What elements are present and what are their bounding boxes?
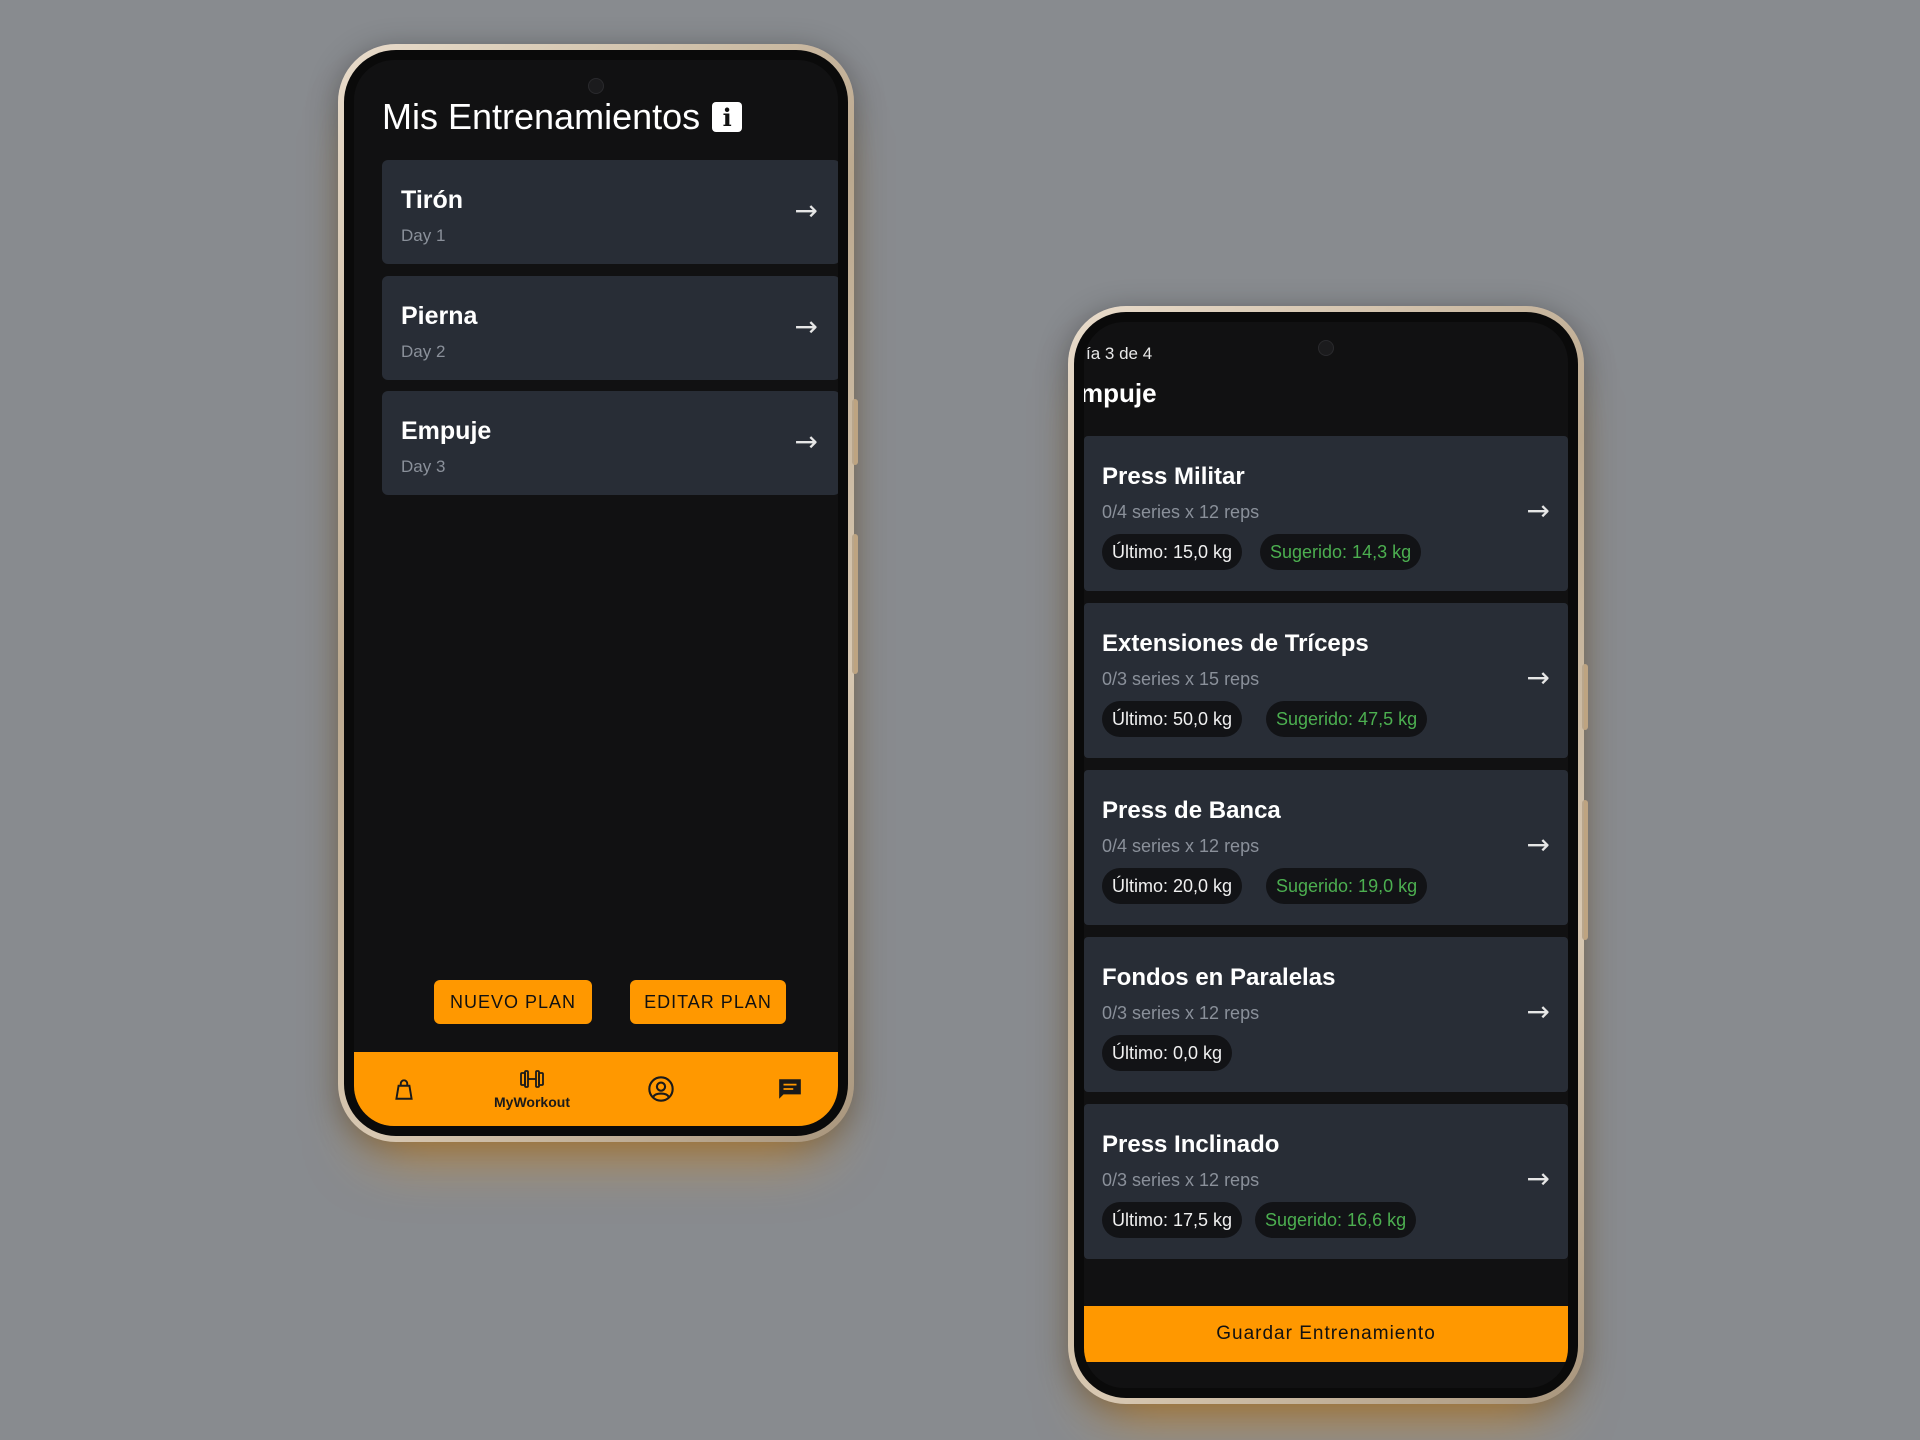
new-plan-button[interactable]: NUEVO PLAN bbox=[434, 980, 592, 1024]
volume-button bbox=[1582, 664, 1588, 730]
exercise-sets: 0/4 series x 12 reps bbox=[1102, 836, 1260, 856]
edit-plan-button[interactable]: EDITAR PLAN bbox=[630, 980, 786, 1024]
phone-session: ía 3 de 4 mpuje Press Militar 0/4 series… bbox=[1068, 306, 1588, 1404]
phone-workouts: Mis Entrenamientos i Tirón Day 1 → Piern… bbox=[338, 44, 858, 1142]
exercise-name: Press Inclinado bbox=[1102, 1131, 1280, 1158]
arrow-right-icon: → bbox=[1526, 661, 1550, 694]
workouts-screen: Mis Entrenamientos i Tirón Day 1 → Piern… bbox=[354, 60, 838, 1126]
last-weight-badge: Último: 0,0 kg bbox=[1102, 1035, 1233, 1071]
exercise-name: Fondos en Paralelas bbox=[1102, 964, 1336, 991]
arrow-right-icon: → bbox=[1526, 995, 1550, 1028]
arrow-right-icon: → bbox=[1526, 1162, 1550, 1195]
exercise-card[interactable]: Press de Banca 0/4 series x 12 reps Últi… bbox=[1084, 770, 1568, 925]
arrow-right-icon: → bbox=[794, 425, 818, 458]
last-weight-badge: Último: 17,5 kg bbox=[1102, 1202, 1243, 1238]
exercise-name: Press Militar bbox=[1102, 463, 1245, 490]
last-weight-badge: Último: 20,0 kg bbox=[1102, 868, 1243, 904]
front-camera bbox=[588, 78, 604, 94]
exercise-sets: 0/3 series x 12 reps bbox=[1102, 1003, 1260, 1023]
info-icon[interactable]: i bbox=[712, 102, 743, 132]
day-name: Pierna bbox=[401, 302, 478, 330]
suggested-weight-badge: Sugerido: 16,6 kg bbox=[1255, 1202, 1417, 1238]
exercise-card[interactable]: Extensiones de Tríceps 0/3 series x 15 r… bbox=[1084, 603, 1568, 758]
nav-item-profile[interactable] bbox=[606, 1052, 716, 1126]
exercise-card[interactable]: Press Inclinado 0/3 series x 12 reps Últ… bbox=[1084, 1104, 1568, 1259]
exercise-card[interactable]: Press Militar 0/4 series x 12 reps Últim… bbox=[1084, 436, 1568, 591]
workout-day-card[interactable]: Empuje Day 3 → bbox=[382, 391, 838, 495]
session-screen: ía 3 de 4 mpuje Press Militar 0/4 series… bbox=[1084, 322, 1568, 1388]
power-button bbox=[1582, 800, 1588, 940]
nav-item-shop[interactable] bbox=[354, 1052, 459, 1126]
page-title-row: Mis Entrenamientos i bbox=[382, 96, 743, 138]
exercise-sets: 0/4 series x 12 reps bbox=[1102, 502, 1260, 522]
day-name: Empuje bbox=[401, 417, 492, 445]
day-number: Day 2 bbox=[401, 342, 446, 361]
day-number: Day 3 bbox=[401, 457, 446, 476]
nav-item-chat[interactable] bbox=[735, 1052, 838, 1126]
last-weight-badge: Último: 50,0 kg bbox=[1102, 701, 1243, 737]
save-workout-button[interactable]: Guardar Entrenamiento bbox=[1084, 1306, 1568, 1362]
power-button bbox=[852, 534, 858, 674]
exercise-name: Press de Banca bbox=[1102, 797, 1281, 824]
chat-icon bbox=[779, 1079, 801, 1099]
exercise-card[interactable]: Fondos en Paralelas 0/3 series x 12 reps… bbox=[1084, 937, 1568, 1092]
volume-button bbox=[852, 399, 858, 465]
workout-day-card[interactable]: Tirón Day 1 → bbox=[382, 160, 838, 264]
bag-icon bbox=[395, 1079, 413, 1100]
exercise-name: Extensiones de Tríceps bbox=[1102, 630, 1369, 657]
day-progress: ía 3 de 4 bbox=[1086, 344, 1153, 363]
nav-label: MyWorkout bbox=[494, 1094, 570, 1110]
exercise-sets: 0/3 series x 15 reps bbox=[1102, 669, 1260, 689]
profile-icon bbox=[648, 1076, 674, 1102]
suggested-weight-badge: Sugerido: 14,3 kg bbox=[1260, 534, 1422, 570]
arrow-right-icon: → bbox=[1526, 828, 1550, 861]
day-number: Day 1 bbox=[401, 226, 446, 245]
suggested-weight-badge: Sugerido: 19,0 kg bbox=[1266, 868, 1428, 904]
front-camera bbox=[1318, 340, 1334, 356]
suggested-weight-badge: Sugerido: 47,5 kg bbox=[1266, 701, 1428, 737]
arrow-right-icon: → bbox=[1526, 494, 1550, 527]
page-title: Mis Entrenamientos bbox=[382, 96, 701, 137]
day-name: Tirón bbox=[401, 186, 464, 214]
dumbbell-icon bbox=[520, 1070, 544, 1088]
session-title: mpuje bbox=[1084, 378, 1157, 408]
arrow-right-icon: → bbox=[794, 310, 818, 343]
exercise-sets: 0/3 series x 12 reps bbox=[1102, 1170, 1260, 1190]
last-weight-badge: Último: 15,0 kg bbox=[1102, 534, 1243, 570]
nav-item-myworkout[interactable]: MyWorkout bbox=[477, 1052, 587, 1126]
workout-day-card[interactable]: Pierna Day 2 → bbox=[382, 276, 838, 380]
arrow-right-icon: → bbox=[794, 194, 818, 227]
bottom-nav: MyWorkout bbox=[354, 1052, 838, 1126]
